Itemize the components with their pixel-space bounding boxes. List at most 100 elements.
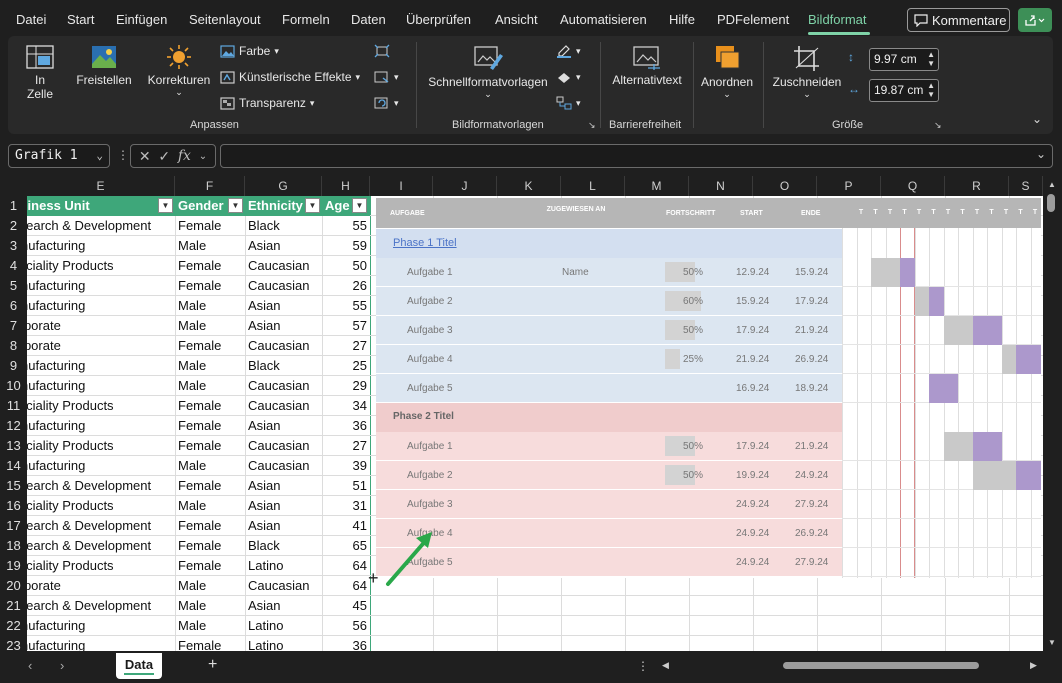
business-unit-cell[interactable]: Research & Development — [27, 596, 175, 616]
column-header-k[interactable]: K — [497, 176, 561, 196]
business-unit-cell[interactable]: Speciality Products — [27, 396, 175, 416]
menu-bildformat[interactable]: Bildformat — [808, 12, 867, 27]
row-header[interactable]: 12 — [0, 416, 27, 436]
age-cell[interactable]: 25 — [322, 356, 370, 376]
ribbon-collapse-icon[interactable]: ⌄ — [1032, 112, 1042, 126]
column-header-i[interactable]: I — [370, 176, 433, 196]
business-unit-cell[interactable]: Corporate — [27, 336, 175, 356]
business-unit-cell[interactable]: Speciality Products — [27, 256, 175, 276]
row-header[interactable]: 2 — [0, 216, 27, 236]
gender-cell[interactable]: Female — [175, 216, 245, 236]
age-cell[interactable]: 41 — [322, 516, 370, 536]
fx-chevron-icon[interactable]: ⌄ — [199, 151, 207, 162]
row-header[interactable]: 4 — [0, 256, 27, 276]
gender-cell[interactable]: Male — [175, 316, 245, 336]
age-cell[interactable]: 55 — [322, 216, 370, 236]
gender-cell[interactable]: Male — [175, 616, 245, 636]
business-unit-cell[interactable]: Research & Development — [27, 536, 175, 556]
transparenz-button[interactable]: Transparenz ▾ — [220, 96, 314, 110]
worksheet-grid[interactable]: E F G H I J K L M N O P Q R S Business U… — [0, 176, 1043, 651]
row-header[interactable]: 23 — [0, 636, 27, 651]
schnellformatvorlagen-button[interactable]: Schnellformatvorlagen ⌄ — [426, 44, 550, 100]
gender-cell[interactable]: Female — [175, 436, 245, 456]
compress-pictures-button[interactable] — [374, 44, 390, 58]
age-cell[interactable]: 36 — [322, 636, 370, 651]
in-zelle-button[interactable]: In Zelle — [22, 44, 58, 101]
age-cell[interactable]: 64 — [322, 576, 370, 596]
gender-cell[interactable]: Female — [175, 476, 245, 496]
business-unit-cell[interactable]: Speciality Products — [27, 436, 175, 456]
alternativtext-button[interactable]: Alternativtext — [608, 44, 686, 87]
column-header-r[interactable]: R — [945, 176, 1009, 196]
gender-cell[interactable]: Male — [175, 596, 245, 616]
business-unit-cell[interactable]: Manufacturing — [27, 376, 175, 396]
age-cell[interactable]: 27 — [322, 436, 370, 456]
menu-automatisieren[interactable]: Automatisieren — [560, 12, 647, 27]
menu-start[interactable]: Start — [67, 12, 94, 27]
age-cell[interactable]: 51 — [322, 476, 370, 496]
business-unit-cell[interactable]: Research & Development — [27, 476, 175, 496]
formula-input[interactable]: ⌄ — [220, 144, 1053, 168]
ethnicity-cell[interactable]: Asian — [245, 316, 322, 336]
height-field[interactable]: 9.97 cm ▲ ▼ — [869, 48, 939, 71]
ethnicity-cell[interactable]: Latino — [245, 636, 322, 651]
gender-cell[interactable]: Male — [175, 496, 245, 516]
age-cell[interactable]: 27 — [322, 336, 370, 356]
picture-border-button[interactable]: ▾ — [556, 44, 581, 58]
column-header-f[interactable]: F — [175, 176, 245, 196]
ethnicity-cell[interactable]: Black — [245, 536, 322, 556]
row-header[interactable]: 5 — [0, 276, 27, 296]
menu-datei[interactable]: Datei — [16, 12, 46, 27]
business-unit-cell[interactable]: Manufacturing — [27, 416, 175, 436]
menu-ansicht[interactable]: Ansicht — [495, 12, 538, 27]
row-header[interactable]: 13 — [0, 436, 27, 456]
ethnicity-cell[interactable]: Caucasian — [245, 436, 322, 456]
row-header[interactable]: 17 — [0, 516, 27, 536]
menu-seitenlayout[interactable]: Seitenlayout — [189, 12, 261, 27]
row-header[interactable]: 10 — [0, 376, 27, 396]
row-header[interactable]: 16 — [0, 496, 27, 516]
row-header[interactable]: 20 — [0, 576, 27, 596]
ethnicity-cell[interactable]: Asian — [245, 476, 322, 496]
add-sheet-icon[interactable]: + — [208, 656, 217, 674]
gender-cell[interactable]: Male — [175, 296, 245, 316]
anordnen-button[interactable]: Anordnen ⌄ — [698, 44, 756, 100]
ethnicity-cell[interactable]: Asian — [245, 596, 322, 616]
age-cell[interactable]: 64 — [322, 556, 370, 576]
select-all-corner[interactable] — [0, 176, 27, 196]
row-header[interactable]: 19 — [0, 556, 27, 576]
age-cell[interactable]: 29 — [322, 376, 370, 396]
row-header[interactable]: 7 — [0, 316, 27, 336]
kuenstlerische-effekte-button[interactable]: Künstlerische Effekte ▾ — [220, 70, 360, 84]
korrekturen-button[interactable]: Korrekturen ⌄ — [146, 44, 212, 98]
age-cell[interactable]: 34 — [322, 396, 370, 416]
size-dialog-launcher-icon[interactable]: ↘ — [934, 120, 942, 131]
picture-layout-button[interactable]: ▾ — [556, 96, 581, 110]
expand-formula-icon[interactable]: ⌄ — [1036, 147, 1046, 161]
age-cell[interactable]: 59 — [322, 236, 370, 256]
vertical-scrollbar[interactable]: ▲ ▼ — [1043, 176, 1062, 651]
age-cell[interactable]: 45 — [322, 596, 370, 616]
height-spinner-icon[interactable]: ▲ ▼ — [927, 50, 935, 68]
row-header[interactable]: 3 — [0, 236, 27, 256]
picture-effects-button[interactable]: ▾ — [556, 70, 581, 84]
row-header[interactable]: 21 — [0, 596, 27, 616]
ethnicity-cell[interactable]: Latino — [245, 556, 322, 576]
business-unit-cell[interactable]: Manufacturing — [27, 276, 175, 296]
ethnicity-cell[interactable]: Asian — [245, 296, 322, 316]
next-sheet-icon[interactable]: › — [60, 658, 64, 673]
column-header-q[interactable]: Q — [881, 176, 945, 196]
freistellen-button[interactable]: Freistellen — [74, 44, 134, 87]
width-spinner-icon[interactable]: ▲ ▼ — [927, 81, 935, 99]
gender-cell[interactable]: Male — [175, 456, 245, 476]
ethnicity-cell[interactable]: Black — [245, 356, 322, 376]
age-cell[interactable]: 31 — [322, 496, 370, 516]
row-header[interactable]: 11 — [0, 396, 27, 416]
ethnicity-cell[interactable]: Asian — [245, 496, 322, 516]
sheet-options-icon[interactable]: ⋮ — [637, 659, 649, 673]
business-unit-cell[interactable]: Corporate — [27, 576, 175, 596]
horizontal-scroll-thumb[interactable] — [783, 662, 979, 669]
row-header[interactable]: 18 — [0, 536, 27, 556]
column-header-o[interactable]: O — [753, 176, 817, 196]
row-header[interactable]: 22 — [0, 616, 27, 636]
